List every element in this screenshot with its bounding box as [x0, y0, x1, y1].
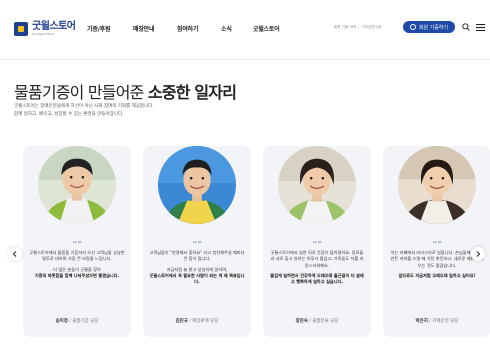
employee-name: 송미정 [55, 319, 68, 324]
donate-button-label: 회원 기증하기 [418, 24, 449, 31]
heart-icon [409, 24, 416, 30]
description-line-2: 함께 일하고, 배우고, 성장할 수 있는 환경을 만들어갑니다. [14, 112, 124, 117]
carousel-next-button[interactable] [471, 247, 485, 261]
testimonial-text: 굿윌스토어에서 일한 뒤로 웃음이 많아졌어요. 동료들과 서로 돕고 일하는 … [269, 250, 365, 289]
site-header: 굿윌스토어 Goodwill Store 기증/후원 매장안내 참여하기 소식 … [0, 0, 490, 60]
employee-photo [38, 146, 116, 224]
employee-role: 카페운영 담당 [432, 319, 459, 324]
logo[interactable]: 굿윌스토어 Goodwill Store [14, 21, 76, 36]
testimonial-paragraph-bold: 앞으로도 지금처럼 오래오래 일하고 싶어요! [398, 272, 476, 278]
testimonial-paragraph: 굿윌스토어에서 물품을 기증하러 오신 고객님을 상냥한 말투로 대하며 가장 … [29, 250, 125, 262]
quote-icon: “” [192, 240, 202, 248]
employee-role: 물품기증 담당 [72, 319, 99, 324]
testimonial-text: 굿윌스토어에서 물품을 기증하러 오신 고객님을 상냥한 말투로 대하며 가장 … [29, 250, 125, 283]
testimonial-text: 고객님들이 "친절해서 좋아요" 라고 칭찬해주실 때마다 큰 힘이 됩니다. … [149, 250, 245, 289]
employee-role: 물품분류 담당 [312, 319, 339, 324]
testimonial-paragraph-bold: 굿윌스토어에서 꼭 필요한 사람이 되는 게 제 목표입니다. [149, 272, 245, 285]
testimonial-card: “” 저는 카페에서 바리스타로 일합니다. 손님들께 정성껏 만든 커피를 드… [383, 146, 490, 337]
testimonial-paragraph: 굿윌스토어에서 일한 뒤로 웃음이 많아졌어요. 동료들과 서로 돕고 일하는 … [270, 250, 364, 268]
util-link-receipt[interactable]: 기부금영수증 [361, 25, 381, 29]
util-link-donation-history[interactable]: 회원 기증 내역 [334, 25, 356, 29]
donate-button[interactable]: 회원 기증하기 [403, 21, 455, 33]
logo-mark [14, 21, 28, 36]
page-title-bold: 소중한 일자리 [147, 83, 237, 102]
employee-photo [158, 146, 236, 224]
nav-item-participate[interactable]: 참여하기 [177, 24, 198, 33]
employee-name-line: 김민규 / 매장판매 담당 [175, 319, 219, 324]
logo-tagline: Goodwill Store [32, 32, 54, 36]
testimonial-card: “” 고객님들이 "친절해서 좋아요" 라고 칭찬해주실 때마다 큰 힘이 됩니… [143, 146, 251, 337]
employee-role: 매장판매 담당 [192, 319, 219, 324]
testimonial-card: “” 굿윌스토어에서 물품을 기증하러 오신 고객님을 상냥한 말투로 대하며 … [23, 146, 131, 337]
hamburger-menu-icon[interactable] [476, 24, 485, 31]
search-icon[interactable] [462, 23, 470, 31]
employee-name-line: 박은지 / 카페운영 담당 [415, 319, 459, 324]
description-line-1: 굿윌스토어는 장애인분들에게 자선이 아닌 사회 참여의 기회를 제공합니다. [14, 104, 154, 109]
employee-name: 박은지 [415, 319, 428, 324]
carousel-prev-button[interactable] [8, 247, 22, 261]
logo-name: 굿윌스토어 [32, 21, 76, 32]
nav-item-goodwill-store[interactable]: 굿윌스토어 [253, 24, 280, 33]
testimonial-card: “” 굿윌스토어에서 일한 뒤로 웃음이 많아졌어요. 동료들과 서로 돕고 일… [263, 146, 371, 337]
nav-item-stores[interactable]: 매장안내 [133, 24, 154, 33]
employee-name: 장민숙 [295, 319, 308, 324]
page-description: 굿윌스토어는 장애인분들에게 자선이 아닌 사회 참여의 기회를 제공합니다. … [14, 103, 154, 119]
nav-item-donation[interactable]: 기증/후원 [87, 24, 110, 33]
employee-name-line: 장민숙 / 물품분류 담당 [295, 319, 339, 324]
chevron-left-icon [12, 251, 17, 257]
employee-name-line: 송미정 / 물품기증 담당 [55, 319, 99, 324]
quote-icon: “” [312, 240, 322, 248]
testimonial-paragraph-bold: 즐겁게 일하면서 건강하게 오래오래 출근길이 더 설레고 행복하게 일하고 싶… [270, 272, 364, 285]
employee-name: 김민규 [175, 319, 188, 324]
employee-photo [278, 146, 356, 224]
nav-item-news[interactable]: 소식 [221, 24, 232, 33]
quote-icon: “” [72, 240, 82, 248]
testimonial-paragraph: 고객님들이 "친절해서 좋아요" 라고 칭찬해주실 때마다 큰 힘이 됩니다. [149, 250, 245, 262]
page-title: 물품기증이 만들어준 소중한 일자리 [14, 79, 237, 103]
employee-photo [398, 146, 476, 224]
utility-links: 회원 기증 내역 | 기부금영수증 [334, 25, 382, 29]
page-title-normal: 물품기증이 만들어준 [14, 83, 148, 102]
chevron-right-icon [476, 251, 481, 257]
testimonial-paragraph-bold: 기증의 따뜻함을 함께 나눠주셨으면 좋겠습니다. [34, 272, 120, 278]
